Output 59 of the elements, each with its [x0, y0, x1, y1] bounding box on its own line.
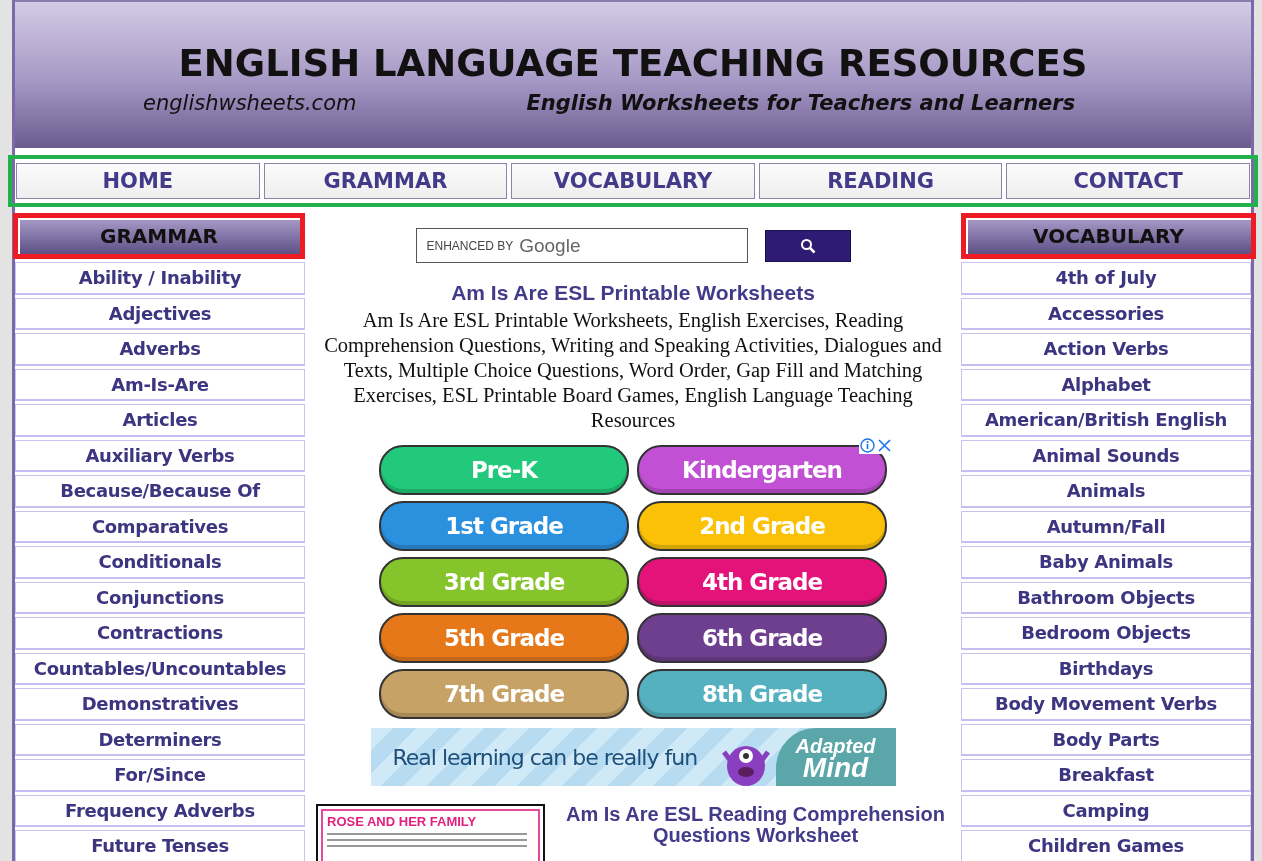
- ad-banner[interactable]: Real learning can be really fun Adapted Mind: [370, 728, 896, 786]
- sidebar-heading: GRAMMAR: [18, 218, 300, 254]
- sidebar-link[interactable]: Ability / Inability: [15, 262, 305, 295]
- article-description: Am Is Are ESL Printable Worksheets, English Exercises, Reading Comprehension Questions, Writing and Speaking Activities, Dialogues and Texts, Multiple Choice Questions, Word Order, Gap Fill and Matching Exercises, ESL Printable Board Games, English Language Teaching Resources: [323, 308, 943, 433]
- sidebar-link[interactable]: 4th of July: [961, 262, 1251, 295]
- nav-link[interactable]: GRAMMAR: [263, 163, 508, 199]
- sidebar-link[interactable]: Body Movement Verbs: [961, 688, 1251, 721]
- sidebar-link[interactable]: Camping: [961, 794, 1251, 827]
- sidebar-link[interactable]: Contractions: [15, 617, 305, 650]
- sidebar-link[interactable]: Body Parts: [961, 723, 1251, 756]
- sidebar-link[interactable]: Countables/Uncountables: [15, 652, 305, 685]
- sidebar-link[interactable]: Determiners: [15, 723, 305, 756]
- brand-logo: Adapted Mind: [775, 728, 896, 786]
- sidebar-link[interactable]: Demonstratives: [15, 688, 305, 721]
- sidebar-link[interactable]: Animals: [961, 475, 1251, 508]
- worksheet-thumbnail[interactable]: ROSE AND HER FAMILY: [316, 804, 545, 861]
- search-button[interactable]: [764, 229, 851, 262]
- grade-button[interactable]: 6th Grade: [637, 613, 887, 663]
- site-title: ENGLISH LANGUAGE TEACHING RESOURCES: [178, 42, 1088, 85]
- sidebar-heading: VOCABULARY: [966, 218, 1251, 254]
- nav-link[interactable]: CONTACT: [1006, 163, 1250, 199]
- grade-button[interactable]: Kindergarten: [637, 445, 887, 495]
- grade-button[interactable]: 4th Grade: [637, 557, 887, 607]
- sidebar-link[interactable]: Am-Is-Are: [15, 368, 305, 401]
- sidebar-link[interactable]: Bedroom Objects: [961, 617, 1251, 650]
- worksheet-link[interactable]: Am Is Are ESL Reading Comprehension Questions Worksheet: [553, 804, 958, 861]
- sidebar-link[interactable]: For/Since: [15, 759, 305, 792]
- sidebar-link[interactable]: Animal Sounds: [961, 439, 1251, 472]
- sidebar-link[interactable]: Autumn/Fall: [961, 510, 1251, 543]
- article-title: Am Is Are ESL Printable Worksheets: [451, 281, 815, 305]
- sidebar-link[interactable]: Baby Animals: [961, 546, 1251, 579]
- sidebar-link[interactable]: Future Tenses: [15, 830, 305, 861]
- sidebar-link[interactable]: Comparatives: [15, 510, 305, 543]
- sidebar-link[interactable]: Conjunctions: [15, 581, 305, 614]
- nav-link[interactable]: HOME: [16, 163, 260, 199]
- sidebar-link[interactable]: American/British English: [961, 404, 1251, 437]
- info-icon: [860, 438, 875, 453]
- sidebar-link[interactable]: Adverbs: [15, 333, 305, 366]
- sidebar-link[interactable]: Children Games: [961, 830, 1251, 861]
- nav-link[interactable]: VOCABULARY: [511, 163, 755, 199]
- sidebar-link[interactable]: Frequency Adverbs: [15, 794, 305, 827]
- sidebar-link[interactable]: Accessories: [961, 297, 1251, 330]
- site-tagline: English Worksheets for Teachers and Learners: [526, 91, 1076, 115]
- banner-slogan: Real learning can be really fun: [392, 744, 698, 770]
- sidebar-link[interactable]: Adjectives: [15, 297, 305, 330]
- sidebar-link[interactable]: Articles: [15, 404, 305, 437]
- sidebar-link[interactable]: Alphabet: [961, 368, 1251, 401]
- sidebar-link[interactable]: Because/Because Of: [15, 475, 305, 508]
- sidebar-link[interactable]: Conditionals: [15, 546, 305, 579]
- sidebar-link[interactable]: Auxiliary Verbs: [15, 439, 305, 472]
- close-icon[interactable]: [877, 438, 892, 453]
- search-field[interactable]: ENHANCED BY Google: [415, 228, 748, 263]
- sidebar-link[interactable]: Action Verbs: [961, 333, 1251, 366]
- sidebar-link[interactable]: Bathroom Objects: [961, 581, 1251, 614]
- nav-link[interactable]: READING: [758, 163, 1003, 199]
- search-icon: [799, 237, 816, 254]
- sidebar-link[interactable]: Breakfast: [961, 759, 1251, 792]
- sidebar-link[interactable]: Birthdays: [961, 652, 1251, 685]
- site-url: englishwsheets.com: [143, 91, 357, 115]
